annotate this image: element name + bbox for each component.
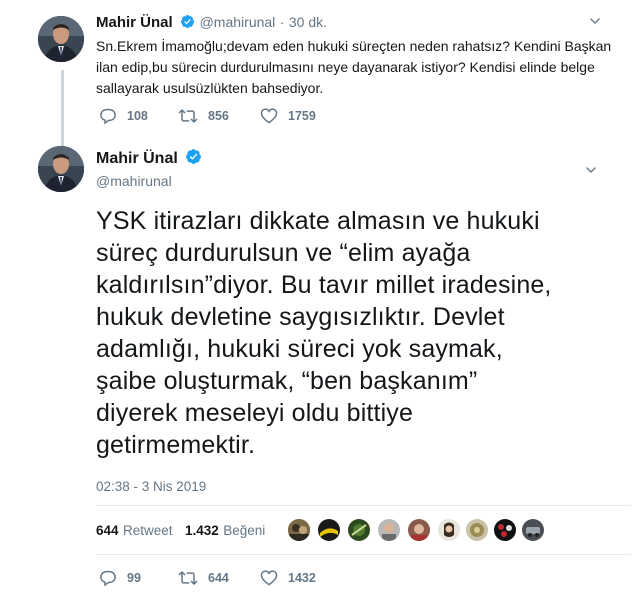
retweet-count: 644: [208, 571, 229, 585]
like-count: 1759: [288, 108, 316, 123]
like-stats[interactable]: 1.432 Beğeni: [185, 522, 265, 540]
liker-avatar[interactable]: [378, 519, 400, 541]
liker-avatar[interactable]: [438, 519, 460, 541]
retweet-icon: [178, 109, 198, 123]
chevron-down-icon: [590, 18, 600, 24]
retweet-stat-label: Retweet: [122, 523, 173, 538]
reply-button[interactable]: 99: [99, 569, 141, 587]
like-count: 1432: [288, 570, 316, 585]
liker-avatar[interactable]: [348, 519, 370, 541]
reply-count: 99: [127, 571, 141, 585]
liker-avatar[interactable]: [494, 519, 516, 541]
author-handle[interactable]: @mahirunal: [96, 173, 172, 189]
verified-badge-icon: [185, 148, 202, 170]
text-line: adamlığı, hukuki süreci yok saymak,: [96, 335, 503, 363]
retweet-button[interactable]: 856: [178, 107, 229, 125]
retweet-stats[interactable]: 644 Retweet: [96, 522, 173, 540]
reply-icon: [100, 108, 116, 125]
divider: [96, 505, 631, 506]
thread-line: [61, 70, 64, 152]
text-line: şaibe oluşturmak, “ben başkanım”: [96, 367, 478, 395]
tweet-timestamp[interactable]: 02:38 - 3 Nis 2019: [96, 479, 206, 494]
liker-avatar[interactable]: [288, 519, 310, 541]
text-line: diyerek meseleyi oldu bittiye: [96, 399, 413, 427]
text-line: kaldırılsın”diyor. Bu tavır millet irade…: [96, 271, 552, 299]
like-button[interactable]: 1432: [260, 569, 316, 586]
liker-avatar[interactable]: [318, 519, 340, 541]
text-line: süreç durdurulsun ve “elim ayağa: [96, 239, 471, 267]
reply-count: 108: [127, 109, 148, 123]
retweet-button[interactable]: 644: [178, 569, 229, 587]
tweet-menu-button[interactable]: [584, 163, 598, 182]
chevron-down-icon: [586, 167, 596, 173]
main-tweet-text: YSK itirazları dikkate almasın ve hukuki…: [96, 205, 616, 461]
author-name[interactable]: Mahir Ünal: [96, 150, 178, 167]
liker-avatar[interactable]: [466, 519, 488, 541]
reply-icon: [100, 570, 116, 587]
divider: [96, 554, 631, 555]
text-line: hukuk devletine saygısızlıktır. Devlet: [96, 303, 505, 331]
avatar[interactable]: [38, 146, 84, 192]
like-stat-count: 1.432: [185, 523, 219, 538]
text-line: sallayarak usulsüzlükten bahsediyor.: [96, 80, 324, 96]
like-stat-label: Beğeni: [223, 523, 266, 538]
author-name[interactable]: Mahir Ünal: [96, 14, 173, 31]
like-button[interactable]: 1759: [260, 107, 316, 124]
liker-avatar[interactable]: [408, 519, 430, 541]
retweet-stat-count: 644: [96, 523, 119, 538]
text-line: YSK itirazları dikkate almasın ve hukuki: [96, 207, 540, 235]
text-line: ilan edip,bu sürecin durdurulmasını neye…: [96, 59, 595, 75]
tweet-time[interactable]: 30 dk.: [289, 14, 327, 30]
reply-button[interactable]: 108: [99, 107, 148, 125]
liker-avatar[interactable]: [522, 519, 544, 541]
verified-badge-icon: [180, 14, 195, 34]
retweet-count: 856: [208, 109, 229, 123]
reply-tweet-text: Sn.Ekrem İmamoğlu;devam eden hukuki süre…: [96, 36, 616, 99]
tweet-menu-button[interactable]: [588, 14, 602, 33]
author-handle[interactable]: @mahirunal: [200, 14, 276, 30]
heart-icon: [260, 108, 278, 124]
text-line: getirmemektir.: [96, 431, 256, 459]
avatar[interactable]: [38, 16, 84, 62]
text-line: Sn.Ekrem İmamoğlu;devam eden hukuki süre…: [96, 38, 612, 54]
heart-icon: [260, 570, 278, 586]
separator-dot: ·: [279, 14, 285, 30]
retweet-icon: [178, 571, 198, 585]
